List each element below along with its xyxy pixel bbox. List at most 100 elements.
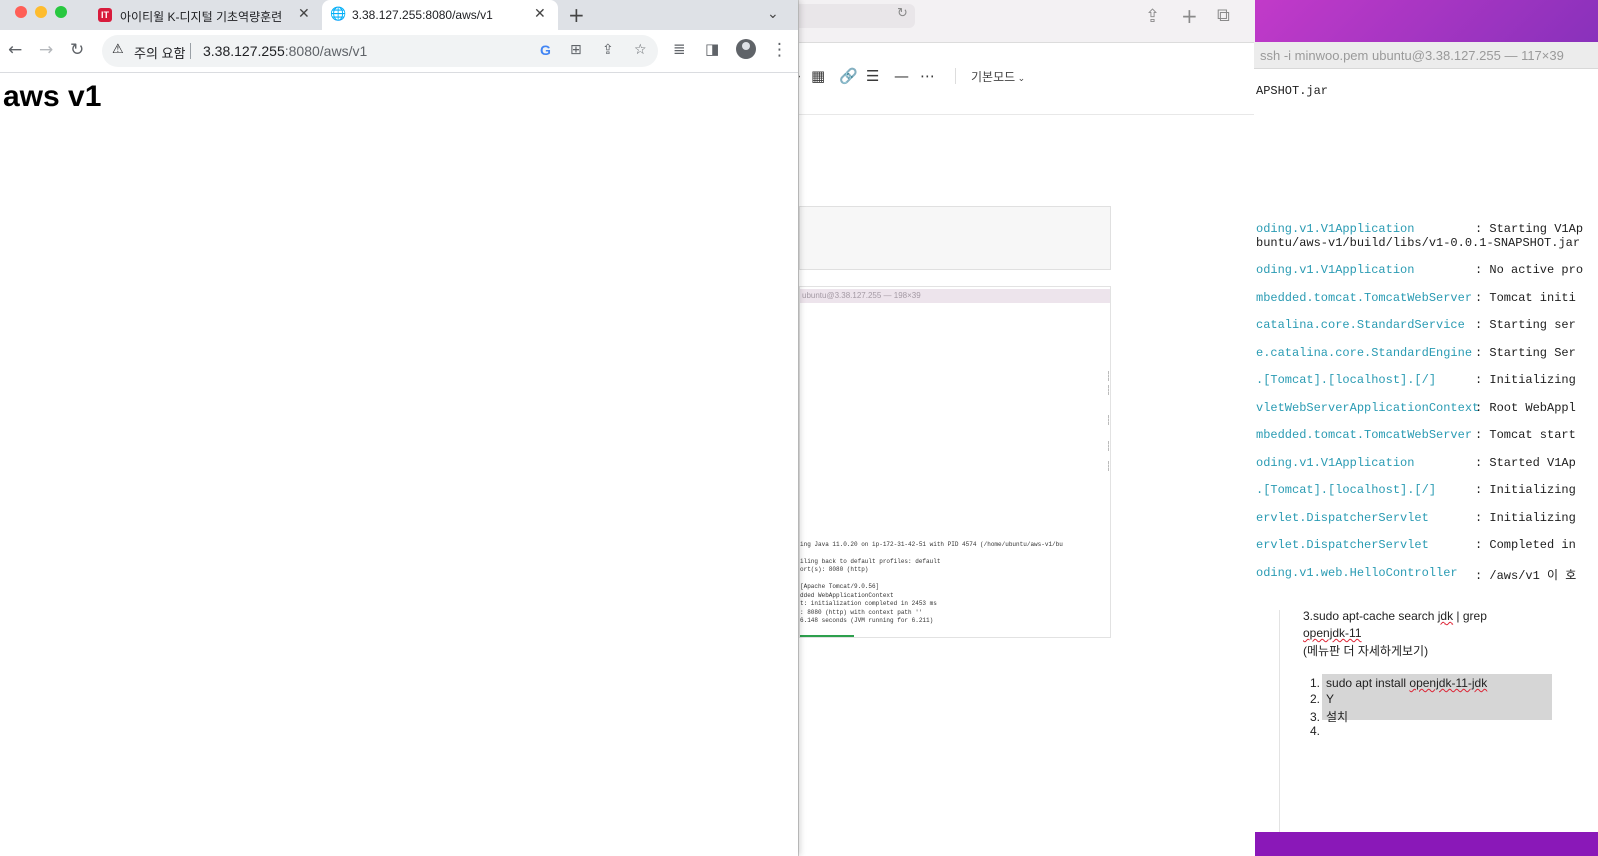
security-status[interactable]: 주의 요함 bbox=[134, 43, 185, 62]
embedded-terminal-screenshot: ubuntu@3.38.127.255 — 198×39 ing Java 11… bbox=[799, 286, 1111, 638]
progress-indicator bbox=[800, 635, 854, 637]
embedded-terminal-line: dded WebApplicationContext bbox=[800, 592, 894, 599]
profile-avatar-icon[interactable] bbox=[736, 39, 756, 59]
divider-icon[interactable]: — bbox=[894, 67, 909, 85]
terminal-log-line: vletWebServerApplicationContext: Root We… bbox=[1256, 401, 1576, 415]
tab-aws-v1[interactable]: 🌐 3.38.127.255:8080/aws/v1 ✕ bbox=[322, 0, 558, 30]
editor-divider bbox=[799, 114, 1255, 115]
list-text: Y bbox=[1326, 692, 1335, 706]
list-number: 3. bbox=[1310, 710, 1321, 724]
minimize-window-icon[interactable] bbox=[35, 6, 47, 18]
code-block[interactable] bbox=[799, 206, 1111, 270]
terminal-log-line: catalina.core.StandardService: Starting … bbox=[1256, 318, 1576, 332]
embedded-terminal-line: t: initialization completed in 2453 ms bbox=[800, 600, 937, 607]
terminal-log-line: ervlet.DispatcherServlet: Completed in bbox=[1256, 538, 1576, 552]
log-logger: buntu/aws-v1/build/libs/v1-0.0.1-SNAPSHO… bbox=[1256, 236, 1581, 250]
terminal-log-line: oding.v1.V1Application: Started V1Ap bbox=[1256, 456, 1576, 470]
new-tab-icon[interactable]: + bbox=[1181, 4, 1198, 28]
list-item: 2. Y bbox=[1310, 692, 1334, 706]
log-logger: oding.v1.web.HelloController bbox=[1256, 566, 1458, 580]
log-message: : Initializing bbox=[1475, 373, 1576, 387]
list-number: 1. bbox=[1310, 676, 1321, 690]
embedded-terminal-line: [Apache Tomcat/9.0.56] bbox=[800, 583, 880, 590]
bookmark-star-icon[interactable]: ☆ bbox=[634, 42, 647, 58]
translate-icon[interactable]: ⊞ bbox=[570, 42, 582, 58]
reload-icon[interactable]: ↻ bbox=[70, 40, 84, 60]
log-logger: oding.v1.V1Application bbox=[1256, 456, 1415, 470]
tab-search-chevron-icon[interactable]: ⌄ bbox=[767, 6, 779, 22]
reading-list-icon[interactable]: ≣ bbox=[673, 40, 686, 58]
tab-label: 3.38.127.255:8080/aws/v1 bbox=[352, 8, 493, 22]
background-browser-window[interactable]: ↻ ⇪ + ⧉ › ▦ 🔗 ☰ — ⋯ 기본모드 ⌄ ubuntu@3.38.1… bbox=[798, 0, 1255, 856]
close-window-icon[interactable] bbox=[15, 6, 27, 18]
warning-icon[interactable]: ⚠ bbox=[112, 42, 124, 57]
log-message: : Initializing bbox=[1475, 511, 1576, 525]
terminal-title: ssh -i minwoo.pem ubuntu@3.38.127.255 — … bbox=[1260, 48, 1564, 63]
page-heading: aws v1 bbox=[3, 80, 102, 113]
list-text: 설치 bbox=[1326, 710, 1349, 724]
note-line-3: (메뉴판 더 자세하게보기) bbox=[1303, 644, 1429, 658]
side-panel-icon[interactable]: ◨ bbox=[705, 40, 719, 58]
terminal-log-line: oding.v1.V1Application : No active pro bbox=[1256, 263, 1583, 277]
terminal-log-line: ervlet.DispatcherServlet : Initializing bbox=[1256, 511, 1576, 525]
log-logger: ervlet.DispatcherServlet bbox=[1256, 511, 1429, 525]
list-number: 4. bbox=[1310, 724, 1321, 738]
embedded-terminal-title: ubuntu@3.38.127.255 — 198×39 bbox=[800, 289, 1110, 303]
embedded-terminal-line: 6.148 seconds (JVM running for 6.211) bbox=[800, 617, 934, 624]
embedded-terminal-line: : 8080 (http) with context path '' bbox=[800, 609, 923, 616]
toolbar-partial-icon[interactable]: › bbox=[799, 67, 801, 85]
address-bar[interactable]: ⚠ 주의 요함 3.38.127.255:8080/aws/v1 G ⊞ ⇪ ☆ bbox=[102, 35, 658, 67]
terminal-log-line: mbedded.tomcat.TomcatWebServer: Tomcat i… bbox=[1256, 291, 1576, 305]
terminal-window[interactable]: ssh -i minwoo.pem ubuntu@3.38.127.255 — … bbox=[1254, 42, 1598, 619]
notes-margin-line bbox=[1279, 610, 1280, 832]
editor-mode-dropdown[interactable]: 기본모드 ⌄ bbox=[971, 68, 1025, 85]
terminal-log-line: mbedded.tomcat.TomcatWebServer: Tomcat s… bbox=[1256, 428, 1576, 442]
list-text: sudo apt install bbox=[1326, 676, 1410, 690]
tab-overview-icon[interactable]: ⧉ bbox=[1217, 5, 1230, 26]
forward-icon[interactable]: → bbox=[39, 40, 53, 60]
itwill-favicon-icon: IT bbox=[98, 8, 112, 22]
note-line-2: openjdk-11 bbox=[1303, 626, 1362, 640]
log-message: : Starting ser bbox=[1475, 318, 1576, 332]
log-logger: .[Tomcat].[localhost].[/] bbox=[1256, 483, 1437, 497]
chrome-window[interactable]: IT 아이티윌 K-디지털 기초역량훈련 온라인 ✕ 🌐 3.38.127.25… bbox=[0, 0, 798, 856]
dashed-edge bbox=[1108, 441, 1110, 451]
dashed-edge bbox=[1108, 461, 1110, 471]
list-text-misspelled: openjdk-11-jdk bbox=[1409, 676, 1488, 690]
log-message: : No active pro bbox=[1475, 263, 1584, 277]
log-logger: oding.v1.V1Application bbox=[1256, 263, 1415, 277]
terminal-log-line: oding.v1.V1Application : Starting V1Ap bbox=[1256, 222, 1583, 236]
new-tab-button[interactable]: + bbox=[568, 3, 585, 27]
globe-icon: 🌐 bbox=[330, 7, 347, 22]
share-icon[interactable]: ⇪ bbox=[1145, 6, 1160, 27]
tab-label: 아이티윌 K-디지털 기초역량훈련 온라인 bbox=[120, 10, 282, 24]
url-text[interactable]: 3.38.127.255:8080/aws/v1 bbox=[203, 43, 367, 59]
log-logger: mbedded.tomcat.TomcatWebServer bbox=[1256, 428, 1473, 442]
background-address-bar[interactable]: ↻ bbox=[799, 4, 915, 28]
omnibox-separator bbox=[190, 43, 191, 59]
back-icon[interactable]: ← bbox=[8, 40, 22, 60]
terminal-log-line: e.catalina.core.StandardEngine: Starting… bbox=[1256, 346, 1576, 360]
list-item: 4. bbox=[1310, 724, 1326, 738]
more-menu-icon[interactable]: ⋮ bbox=[771, 40, 788, 60]
reload-icon[interactable]: ↻ bbox=[897, 6, 908, 21]
tab-itwill[interactable]: IT 아이티윌 K-디지털 기초역량훈련 온라인 ✕ bbox=[90, 0, 322, 30]
log-message: : Starting V1Ap bbox=[1475, 222, 1584, 236]
log-message: : /aws/v1 이 호 bbox=[1475, 569, 1577, 583]
google-lens-icon[interactable]: G bbox=[540, 42, 551, 58]
log-logger: oding.v1.V1Application bbox=[1256, 222, 1415, 236]
url-path: :8080/aws/v1 bbox=[284, 43, 368, 59]
log-message: : Starting Ser bbox=[1475, 346, 1576, 360]
link-icon[interactable]: 🔗 bbox=[839, 67, 858, 85]
more-options-icon[interactable]: ⋯ bbox=[920, 67, 935, 85]
background-browser-toolbar: ↻ ⇪ + ⧉ bbox=[799, 0, 1255, 43]
embedded-terminal-line: ing Java 11.0.20 on ip-172-31-42-51 with… bbox=[800, 541, 1063, 548]
dashed-edge bbox=[1108, 385, 1110, 395]
bulleted-list-icon[interactable]: ☰ bbox=[866, 67, 879, 85]
share-icon[interactable]: ⇪ bbox=[602, 42, 614, 58]
log-logger: .[Tomcat].[localhost].[/] bbox=[1256, 373, 1437, 387]
close-icon[interactable]: ✕ bbox=[298, 6, 310, 22]
maximize-window-icon[interactable] bbox=[55, 6, 67, 18]
close-icon[interactable]: ✕ bbox=[534, 6, 546, 22]
table-icon[interactable]: ▦ bbox=[811, 67, 825, 85]
